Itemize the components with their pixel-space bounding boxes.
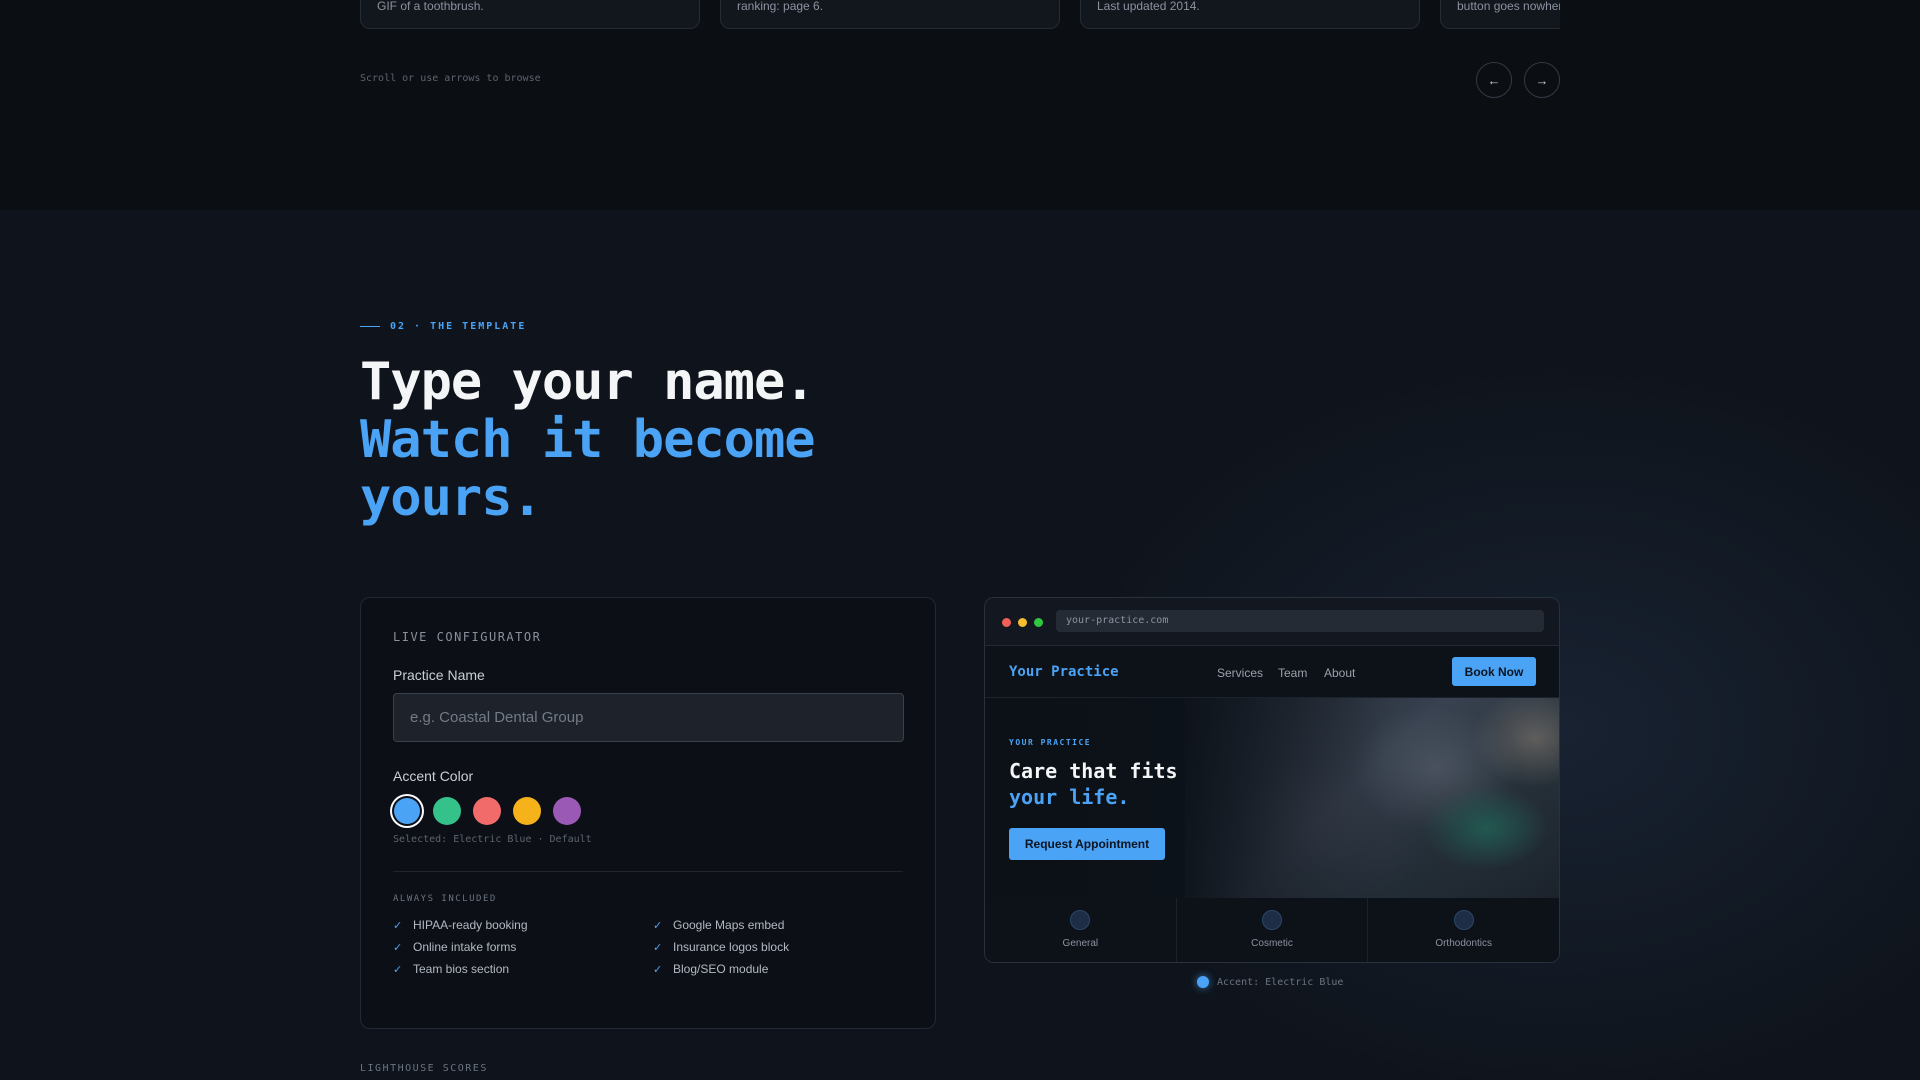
carousel-card[interactable]: GIF of a toothbrush. (360, 0, 700, 29)
practice-name-label: Practice Name (393, 667, 485, 683)
configurator-title: LIVE CONFIGURATOR (393, 630, 542, 644)
feature-item: ✓ Online intake forms (393, 940, 653, 954)
close-dot-icon (1002, 618, 1011, 627)
preview-nav-team[interactable]: Team (1278, 666, 1307, 680)
minimize-dot-icon (1018, 618, 1027, 627)
feature-item: ✓ Team bios section (393, 962, 653, 976)
preview-brand: Your Practice (1009, 664, 1119, 680)
hero-title-line-2: your life. (1009, 785, 1130, 809)
check-icon: ✓ (393, 919, 403, 932)
hero-title-line-1: Care that fits (1009, 759, 1178, 783)
feature-label: Blog/SEO module (673, 962, 769, 976)
service-tile[interactable]: Cosmetic (1177, 898, 1369, 962)
sparkle-icon (1262, 910, 1282, 930)
prev-arrow-button[interactable]: ← (1476, 62, 1512, 98)
accent-swatches (393, 797, 903, 825)
feature-label: Insurance logos block (673, 940, 790, 954)
headline-line-1: Type your name. (360, 352, 816, 412)
preview-nav: Your Practice Services Team About Book N… (985, 646, 1559, 698)
request-appointment-button[interactable]: Request Appointment (1009, 828, 1165, 860)
eyebrow-line (360, 326, 380, 327)
practice-name-input[interactable] (393, 693, 904, 742)
preview-services: General Cosmetic Orthodontics (985, 898, 1559, 962)
service-label: Cosmetic (1251, 938, 1293, 949)
template-section: 02 · THE TEMPLATE Type your name. Watch … (0, 210, 1920, 1080)
url-bar: your-practice.com (1056, 610, 1544, 632)
carousel-card-text: GIF of a toothbrush. (377, 0, 484, 13)
carousel-card-text: button goes nowhere. (1457, 0, 1560, 13)
service-label: Orthodontics (1435, 938, 1493, 949)
live-configurator-panel: LIVE CONFIGURATOR Practice Name Accent C… (360, 597, 936, 1029)
service-label: General (1062, 938, 1099, 949)
preview-nav-services[interactable]: Services (1217, 666, 1263, 680)
check-icon: ✓ (393, 963, 403, 976)
headline-line-2: Watch it become yours. (360, 410, 816, 528)
feature-label: Team bios section (413, 962, 510, 976)
accent-readout: Accent: Electric Blue (1197, 976, 1343, 988)
feature-item: ✓ Blog/SEO module (653, 962, 903, 976)
check-icon: ✓ (393, 941, 403, 954)
always-included-title: ALWAYS INCLUDED (393, 894, 497, 904)
divider (393, 871, 903, 872)
check-icon: ✓ (653, 963, 663, 976)
service-tile[interactable]: General (985, 898, 1177, 962)
feature-item: ✓ Insurance logos block (653, 940, 903, 954)
carousel-card[interactable]: Last updated 2014. (1080, 0, 1420, 29)
hero-title: Care that fits your life. (1009, 758, 1178, 810)
lighthouse-scores-label: LIGHTHOUSE SCORES (360, 1063, 488, 1074)
swatch-electric-blue[interactable] (394, 798, 420, 824)
carousel-card-text: ranking: page 6. (737, 0, 824, 13)
book-now-button[interactable]: Book Now (1452, 657, 1536, 686)
tooth-icon (1070, 910, 1091, 930)
feature-label: HIPAA-ready booking (413, 918, 528, 932)
carousel-section: GIF of a toothbrush. ranking: page 6. La… (0, 0, 1920, 210)
feature-label: Google Maps embed (673, 918, 785, 932)
check-icon: ✓ (653, 941, 663, 954)
carousel-card[interactable]: button goes nowhere. (1440, 0, 1560, 29)
selected-color-note: Selected: Electric Blue · Default (393, 834, 592, 845)
carousel-card-text: Last updated 2014. (1097, 0, 1200, 13)
swatch-purple[interactable] (553, 797, 581, 825)
hero-eyebrow: YOUR PRACTICE (1009, 738, 1092, 747)
swatch-coral[interactable] (473, 797, 501, 825)
feature-label: Online intake forms (413, 940, 517, 954)
arrow-right-icon: → (1535, 72, 1549, 88)
check-icon: ✓ (653, 919, 663, 932)
browser-chrome: your-practice.com (985, 598, 1559, 646)
site-preview-window: your-practice.com Your Practice Services… (984, 597, 1560, 963)
service-tile[interactable]: Orthodontics (1368, 898, 1559, 962)
accent-readout-text: Accent: Electric Blue (1217, 976, 1344, 988)
accent-color-label: Accent Color (393, 768, 474, 784)
section-eyebrow: 02 · THE TEMPLATE (360, 321, 526, 332)
next-arrow-button[interactable]: → (1524, 62, 1560, 98)
preview-nav-about[interactable]: About (1324, 666, 1355, 680)
section-headline: Type your name. Watch it become yours. (360, 353, 960, 527)
arrow-left-icon: ← (1487, 72, 1501, 88)
maximize-dot-icon (1034, 618, 1043, 627)
carousel-card[interactable]: ranking: page 6. (720, 0, 1060, 29)
preview-hero: YOUR PRACTICE Care that fits your life. … (985, 698, 1559, 898)
swatch-amber[interactable] (513, 797, 541, 825)
braces-icon (1453, 910, 1474, 930)
swatch-green[interactable] (433, 797, 461, 825)
feature-item: ✓ Google Maps embed (653, 918, 903, 932)
eyebrow-text: 02 · THE TEMPLATE (390, 321, 527, 332)
accent-dot-icon (1197, 976, 1209, 988)
feature-list: ✓ HIPAA-ready booking ✓ Google Maps embed … (393, 918, 903, 976)
scroll-hint: Scroll or use arrows to browse (360, 73, 541, 84)
carousel-track[interactable]: GIF of a toothbrush. ranking: page 6. La… (360, 0, 1560, 30)
feature-item: ✓ HIPAA-ready booking (393, 918, 653, 932)
